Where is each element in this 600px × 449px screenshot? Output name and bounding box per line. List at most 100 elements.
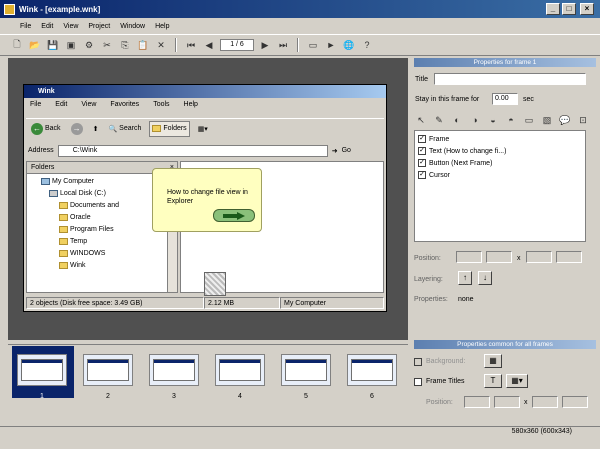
layer-down-icon[interactable]: ↓ xyxy=(478,271,492,285)
callout-text-box[interactable]: How to change file view in Explorer xyxy=(152,168,262,232)
frame-titles-color-icon[interactable]: ▦▾ xyxy=(506,374,528,388)
more-icon[interactable]: ⊡ xyxy=(576,114,590,126)
last-frame-icon[interactable]: ⏭ xyxy=(276,38,290,52)
position-y-input[interactable] xyxy=(526,251,552,263)
thumbnail-number: 3 xyxy=(149,393,199,400)
position-y-spinner[interactable] xyxy=(556,251,582,263)
frame-thumbnail[interactable] xyxy=(149,354,199,386)
checkbox[interactable]: ✓ xyxy=(418,171,426,179)
thumbnail-titlebar xyxy=(220,360,260,363)
minimize-button[interactable]: _ xyxy=(546,3,560,15)
comment-icon[interactable]: 💬 xyxy=(558,114,572,126)
menu-help[interactable]: Help xyxy=(155,23,169,30)
inner-menu-favorites: Favorites xyxy=(110,101,139,113)
help-icon[interactable]: ? xyxy=(360,38,374,52)
menu-view[interactable]: View xyxy=(63,23,78,30)
tree-item: Wink xyxy=(59,262,86,269)
close-button[interactable]: × xyxy=(580,3,594,15)
title-input[interactable] xyxy=(434,73,586,85)
cursor-marker[interactable] xyxy=(204,272,226,296)
frame-items-list[interactable]: ✓Frame ✓Text (How to change fi...) ✓Butt… xyxy=(414,130,586,242)
preview-icon[interactable]: ▭ xyxy=(306,38,320,52)
text-callout-icon[interactable]: ✎ xyxy=(432,114,446,126)
select-icon[interactable]: ↖ xyxy=(414,114,428,126)
copy-icon[interactable]: ⎘ xyxy=(118,38,132,52)
tree-label: Temp xyxy=(70,238,87,245)
position-x-input[interactable] xyxy=(456,251,482,263)
list-item[interactable]: ✓Button (Next Frame) xyxy=(418,159,492,167)
tree-label: My Computer xyxy=(52,178,94,185)
properties-value: none xyxy=(458,296,474,303)
frame-thumbnail[interactable] xyxy=(347,354,397,386)
list-item[interactable]: ✓Frame xyxy=(418,135,449,143)
tree-item: WINDOWS xyxy=(59,250,105,257)
window-title: Wink - [example.wnk] xyxy=(19,5,100,14)
render-icon[interactable]: ⚙ xyxy=(82,38,96,52)
delete-icon[interactable]: ✕ xyxy=(154,38,168,52)
item-toolbar: ↖ ✎ ◐ ◑ ◒ ◓ ▭ ▧ 💬 ⊡ xyxy=(414,112,594,128)
next-frame-button[interactable] xyxy=(213,209,255,222)
save-icon[interactable]: 💾 xyxy=(46,38,60,52)
layer-up-icon[interactable]: ↑ xyxy=(458,271,472,285)
play-icon[interactable]: ► xyxy=(324,38,338,52)
checkbox[interactable]: ✓ xyxy=(418,159,426,167)
tree-label: Oracle xyxy=(70,214,91,221)
open-icon[interactable]: 📂 xyxy=(28,38,42,52)
thumbnail-screen xyxy=(351,359,393,381)
capture-icon[interactable]: ▣ xyxy=(64,38,78,52)
frame-thumbnail[interactable] xyxy=(281,354,331,386)
font-button[interactable]: T xyxy=(484,374,502,388)
browser-icon[interactable]: 🌐 xyxy=(342,38,356,52)
callout-down-icon[interactable]: ◓ xyxy=(504,114,518,126)
background-checkbox[interactable] xyxy=(414,358,422,366)
stay-label: Stay in this frame for xyxy=(415,96,479,103)
all-position-y-input[interactable] xyxy=(532,396,558,408)
thumbnail-screen xyxy=(285,359,327,381)
first-frame-icon[interactable]: ⏮ xyxy=(184,38,198,52)
callout-up-icon[interactable]: ◒ xyxy=(486,114,500,126)
frame-thumbnail[interactable] xyxy=(17,354,67,386)
tree-label: Documents and xyxy=(70,202,119,209)
all-position-x-spinner[interactable] xyxy=(494,396,520,408)
list-item[interactable]: ✓Cursor xyxy=(418,171,450,179)
checkbox[interactable]: ✓ xyxy=(418,147,426,155)
frame-indicator[interactable]: 1 / 6 xyxy=(220,39,254,51)
paste-icon[interactable]: 📋 xyxy=(136,38,150,52)
image-icon[interactable]: ▧ xyxy=(540,114,554,126)
address-field: C:\Wink xyxy=(58,145,328,157)
arrow-right-icon xyxy=(223,212,245,220)
cut-icon[interactable]: ✂ xyxy=(100,38,114,52)
button-icon[interactable]: ▭ xyxy=(522,114,536,126)
background-label: Background: xyxy=(426,358,465,365)
tree-item: My Computer xyxy=(41,178,94,185)
checkbox[interactable]: ✓ xyxy=(418,135,426,143)
thumbnail-titlebar xyxy=(352,360,392,363)
new-icon[interactable]: 🗋 xyxy=(10,38,24,52)
address-label: Address xyxy=(28,147,54,154)
toolbar-separator xyxy=(297,38,299,52)
resolution-info: 580x360 (600x343) xyxy=(512,428,572,435)
frame-thumbnail[interactable] xyxy=(83,354,133,386)
inner-title: Wink xyxy=(24,85,386,98)
menu-edit[interactable]: Edit xyxy=(41,23,53,30)
thumbnail-screen xyxy=(219,359,261,381)
background-color-button[interactable]: ▦ xyxy=(484,354,502,368)
all-position-x-input[interactable] xyxy=(464,396,490,408)
all-position-y-spinner[interactable] xyxy=(562,396,588,408)
prev-frame-icon[interactable]: ◀ xyxy=(202,38,216,52)
menu-file[interactable]: File xyxy=(20,23,31,30)
search-button: 🔍Search xyxy=(106,121,143,137)
callout-right-icon[interactable]: ◑ xyxy=(468,114,482,126)
tree-label: Program Files xyxy=(70,226,114,233)
status-bar xyxy=(0,426,600,441)
frame-titles-checkbox[interactable] xyxy=(414,378,422,386)
position-x-spinner[interactable] xyxy=(486,251,512,263)
list-item[interactable]: ✓Text (How to change fi...) xyxy=(418,147,506,155)
callout-left-icon[interactable]: ◐ xyxy=(450,114,464,126)
menu-project[interactable]: Project xyxy=(88,23,110,30)
next-frame-icon[interactable]: ▶ xyxy=(258,38,272,52)
frame-thumbnail[interactable] xyxy=(215,354,265,386)
menu-window[interactable]: Window xyxy=(120,23,145,30)
maximize-button[interactable]: □ xyxy=(562,3,576,15)
stay-duration-input[interactable]: 0.00 xyxy=(492,93,518,105)
